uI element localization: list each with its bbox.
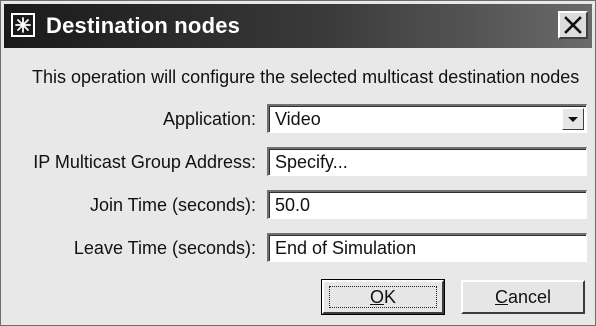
ok-button[interactable]: OK [321, 279, 445, 315]
focus-rect [329, 286, 437, 308]
leave-time-field[interactable]: End of Simulation [267, 233, 587, 262]
ip-multicast-label: IP Multicast Group Address: [33, 152, 256, 172]
cancel-label-rest: ancel [507, 287, 552, 307]
destination-nodes-dialog: Destination nodes This operation will co… [0, 0, 596, 326]
asterisk-icon[interactable] [11, 13, 35, 37]
application-label: Application: [162, 109, 256, 129]
application-select[interactable]: Video [267, 104, 587, 133]
leave-time-label: Leave Time (seconds): [73, 238, 256, 258]
close-button[interactable] [558, 11, 588, 39]
description-text: This operation will configure the select… [32, 67, 580, 87]
close-icon [564, 16, 582, 34]
title-bar[interactable]: Destination nodes [4, 4, 592, 48]
cancel-mnemonic: C [494, 287, 508, 307]
chevron-down-icon [568, 117, 578, 122]
dialog-title: Destination nodes [46, 13, 241, 38]
join-time-label: Join Time (seconds): [89, 195, 256, 215]
application-value: Video [275, 109, 321, 129]
join-time-field[interactable]: 50.0 [267, 190, 587, 219]
ip-multicast-field[interactable]: Specify... [267, 147, 587, 176]
dropdown-button[interactable] [562, 108, 584, 130]
cancel-button[interactable]: Cancel [461, 280, 585, 314]
